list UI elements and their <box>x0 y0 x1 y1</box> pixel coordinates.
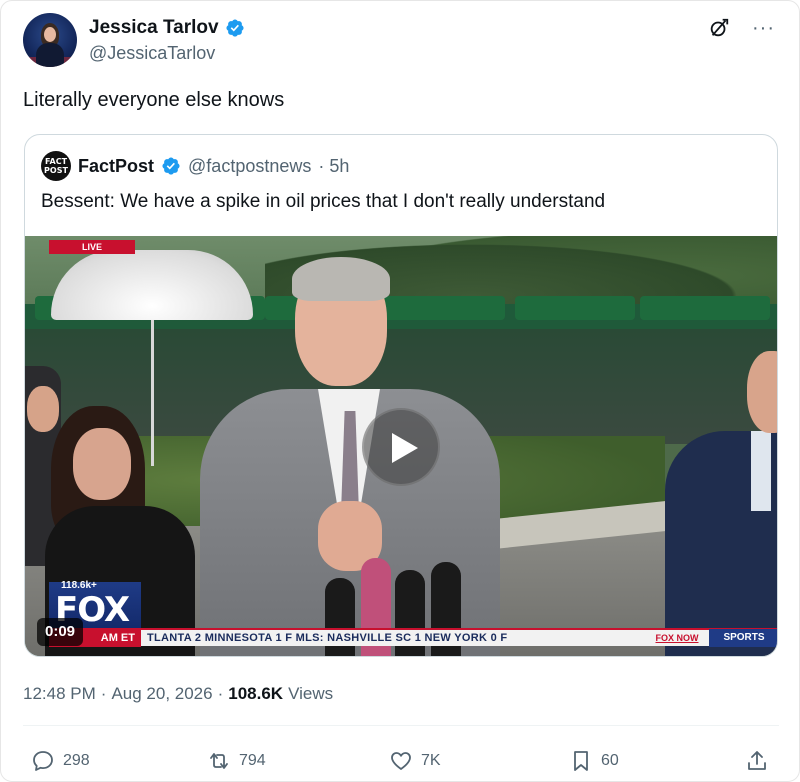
quoted-avatar[interactable]: FACT POST <box>41 151 71 181</box>
ticker-scores: TLANTA 2 MINNESOTA 1 F MLS: NASHVILLE SC… <box>147 632 508 644</box>
person-face <box>73 428 131 500</box>
repost-button[interactable]: 794 <box>207 745 266 777</box>
author-name[interactable]: Jessica Tarlov <box>89 17 219 39</box>
repost-icon <box>210 753 228 769</box>
verified-badge-icon <box>226 19 244 37</box>
quoted-text: Bessent: We have a spike in oil prices t… <box>41 191 606 212</box>
bookmark-button[interactable]: 60 <box>569 745 619 777</box>
play-button[interactable] <box>362 408 440 486</box>
divider <box>23 725 779 726</box>
quoted-time[interactable]: · 5h <box>318 156 349 177</box>
reply-count: 298 <box>63 752 90 769</box>
verified-badge-icon <box>162 157 180 175</box>
video-duration: 0:09 <box>37 618 84 646</box>
views-count[interactable]: 108.6K <box>228 684 283 704</box>
person-right <box>665 351 777 656</box>
tweet-header: Jessica Tarlov @JessicaTarlov ··· <box>23 13 779 67</box>
quoted-name[interactable]: FactPost <box>78 156 154 177</box>
play-icon <box>392 433 418 463</box>
tweet-text: Literally everyone else knows <box>23 89 285 111</box>
like-count: 7K <box>421 752 441 769</box>
live-badge: LIVE <box>49 240 135 254</box>
header-actions: ··· <box>708 17 775 39</box>
heart-icon <box>391 752 411 770</box>
quoted-header: FACT POST FactPost @factpostnews · 5h <box>41 151 349 181</box>
bookmark-icon <box>574 751 588 771</box>
action-bar: 298 794 7K 60 <box>23 745 779 777</box>
video-tent-roof <box>515 296 635 320</box>
quoted-avatar-line1: FACT <box>44 157 68 166</box>
reply-icon <box>33 751 53 771</box>
reply-button[interactable]: 298 <box>31 745 90 777</box>
avatar-face <box>44 27 56 42</box>
share-icon <box>748 751 766 770</box>
ticker-sports: SPORTS <box>709 629 777 647</box>
avatar-body <box>36 43 64 67</box>
quoted-handle[interactable]: @factpostnews <box>188 156 311 177</box>
like-button[interactable]: 7K <box>389 745 441 777</box>
more-icon[interactable]: ··· <box>752 17 775 39</box>
person-hair <box>292 257 390 301</box>
meta-separator: · <box>100 684 107 703</box>
author-handle[interactable]: @JessicaTarlov <box>89 43 215 64</box>
ticker-brand: FOX NOW <box>655 633 699 643</box>
video-player[interactable]: LIVE 118.6k+ FOX AM ET TLANTA 2 MINNESOT… <box>25 236 777 656</box>
quoted-tweet[interactable]: FACT POST FactPost @factpostnews · 5h Be… <box>24 134 778 657</box>
tweet-meta: 12:48 PM · Aug 20, 2026 · 108.6K Views <box>23 684 333 704</box>
share-button[interactable] <box>745 745 769 777</box>
tweet-time[interactable]: 12:48 PM <box>23 684 96 704</box>
person-head <box>747 351 777 433</box>
meta-separator: · <box>217 684 224 703</box>
bookmark-count: 60 <box>601 752 619 769</box>
grok-icon[interactable] <box>708 17 730 39</box>
tweet-date[interactable]: Aug 20, 2026 <box>111 684 212 704</box>
repost-count: 794 <box>239 752 266 769</box>
quoted-avatar-line2: POST <box>44 166 68 175</box>
author-name-line: Jessica Tarlov <box>89 17 245 39</box>
author-avatar[interactable] <box>23 13 77 67</box>
tweet-card: Jessica Tarlov @JessicaTarlov ··· Litera… <box>0 0 800 782</box>
news-ticker: AM ET TLANTA 2 MINNESOTA 1 F MLS: NASHVI… <box>49 628 777 647</box>
views-label: Views <box>288 684 334 703</box>
video-tent-roof <box>640 296 770 320</box>
person-shirt <box>751 431 771 511</box>
